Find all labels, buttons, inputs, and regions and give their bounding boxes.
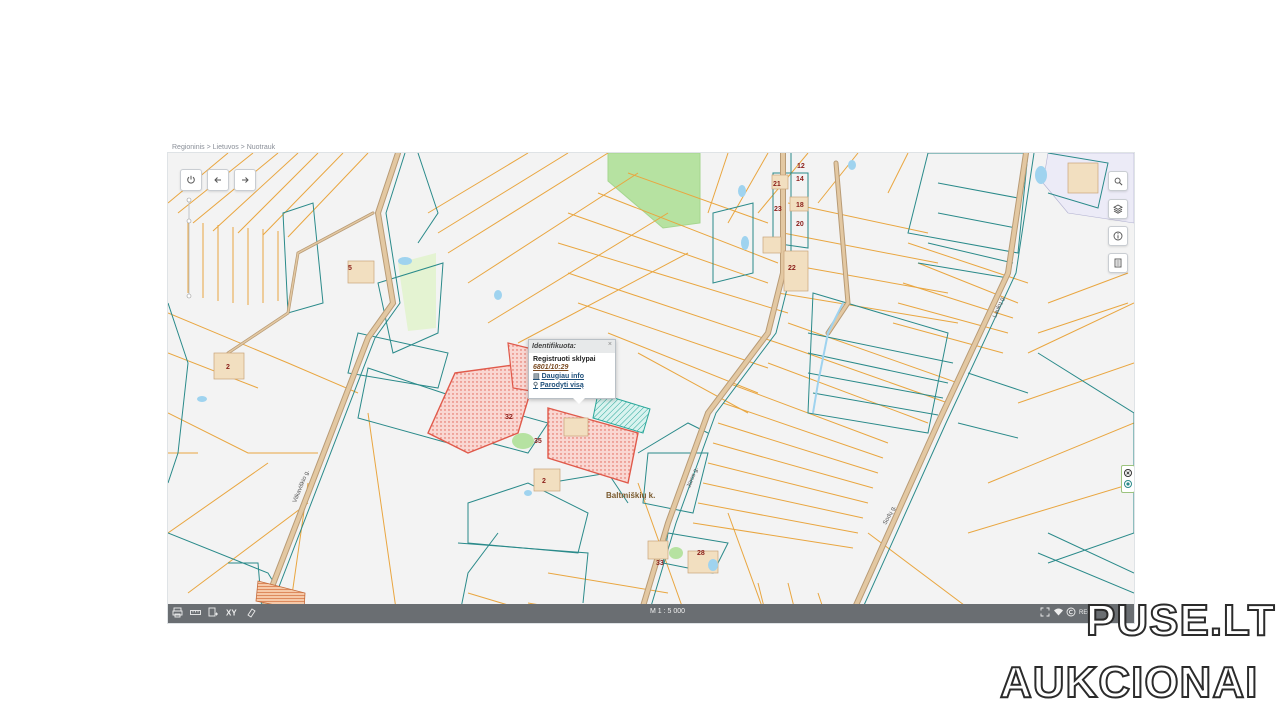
ruler-icon[interactable] [190, 607, 201, 619]
document-button[interactable] [1108, 253, 1128, 273]
parcel-label: 2 [226, 364, 230, 371]
search-icon [1114, 177, 1122, 185]
cadastral-number-link[interactable]: 6801/10:29 [529, 363, 615, 371]
back-button[interactable] [207, 169, 229, 191]
search-icon: ⚲ [533, 382, 539, 389]
parcel-label: 21 [773, 181, 781, 188]
draw-icon[interactable] [208, 607, 219, 619]
popup-title: Registruoti sklypai [533, 356, 596, 363]
watermark-line2: AUKCIONAI [999, 657, 1259, 708]
arrow-left-icon [214, 177, 221, 183]
layers-button[interactable] [1108, 199, 1128, 219]
info-icon [1113, 231, 1123, 241]
popup-header: Identifikuota: [529, 340, 615, 353]
search-button[interactable] [1108, 171, 1128, 191]
map-scale: M 1 : 5 000 [650, 608, 686, 615]
power-icon [187, 175, 195, 184]
close-circle-icon [1124, 469, 1132, 488]
bottom-toolbar: XY M 1 : 5 000 REG [168, 604, 1134, 623]
wifi-icon [1053, 607, 1064, 619]
eraser-icon[interactable] [246, 607, 257, 619]
breadcrumb: Regioninis > Lietuvos > Nuotrauk [172, 144, 276, 151]
parcel-label: 14 [796, 176, 804, 183]
print-icon[interactable] [172, 607, 183, 619]
parcel-label: 20 [796, 221, 804, 228]
forward-button[interactable] [234, 169, 256, 191]
power-button[interactable] [180, 169, 202, 191]
info-button[interactable] [1108, 226, 1128, 246]
parcel-label: 22 [788, 265, 796, 272]
show-all-link[interactable]: ⚲ Parodyti visą [529, 380, 615, 390]
map-view[interactable]: 12 14 21 18 23 20 22 5 2 32 35 28 33 2 B… [167, 152, 1135, 624]
svg-text:XY: XY [226, 609, 237, 618]
map-canvas[interactable]: 12 14 21 18 23 20 22 5 2 32 35 28 33 2 B… [168, 153, 1134, 623]
parcel-label: 23 [774, 206, 782, 213]
parcel-label: 32 [505, 414, 513, 421]
more-info-link[interactable]: ▤ Daugiau info [529, 371, 615, 381]
arrow-right-icon [242, 177, 249, 183]
popup-pointer [573, 398, 585, 404]
side-panel-toggle[interactable] [1121, 465, 1134, 493]
parcel-label: 12 [797, 163, 805, 170]
layers-icon [1113, 204, 1123, 214]
xy-icon[interactable]: XY [226, 607, 239, 619]
identify-popup: Identifikuota: × Registruoti sklypai 680… [528, 339, 616, 404]
show-all-label: Parodyti visą [540, 381, 584, 389]
watermark-line1: PUSE.LT [1085, 595, 1276, 646]
parcel-label: 35 [534, 438, 542, 445]
document-icon: ▤ [533, 373, 540, 380]
parcel-label: 28 [697, 550, 705, 557]
popup-close-button[interactable]: × [608, 341, 612, 348]
copyright-icon[interactable] [1066, 607, 1076, 619]
document-icon [1114, 258, 1122, 268]
parcel-label: 5 [348, 265, 352, 272]
fullscreen-icon[interactable] [1040, 607, 1050, 619]
zoom-slider[interactable] [186, 197, 192, 299]
parcel-label: 2 [542, 478, 546, 485]
parcel-label: 18 [796, 202, 804, 209]
place-label: Baltmiškių k. [606, 491, 655, 500]
parcel-label: 33 [656, 560, 664, 567]
more-info-label: Daugiau info [541, 372, 585, 380]
